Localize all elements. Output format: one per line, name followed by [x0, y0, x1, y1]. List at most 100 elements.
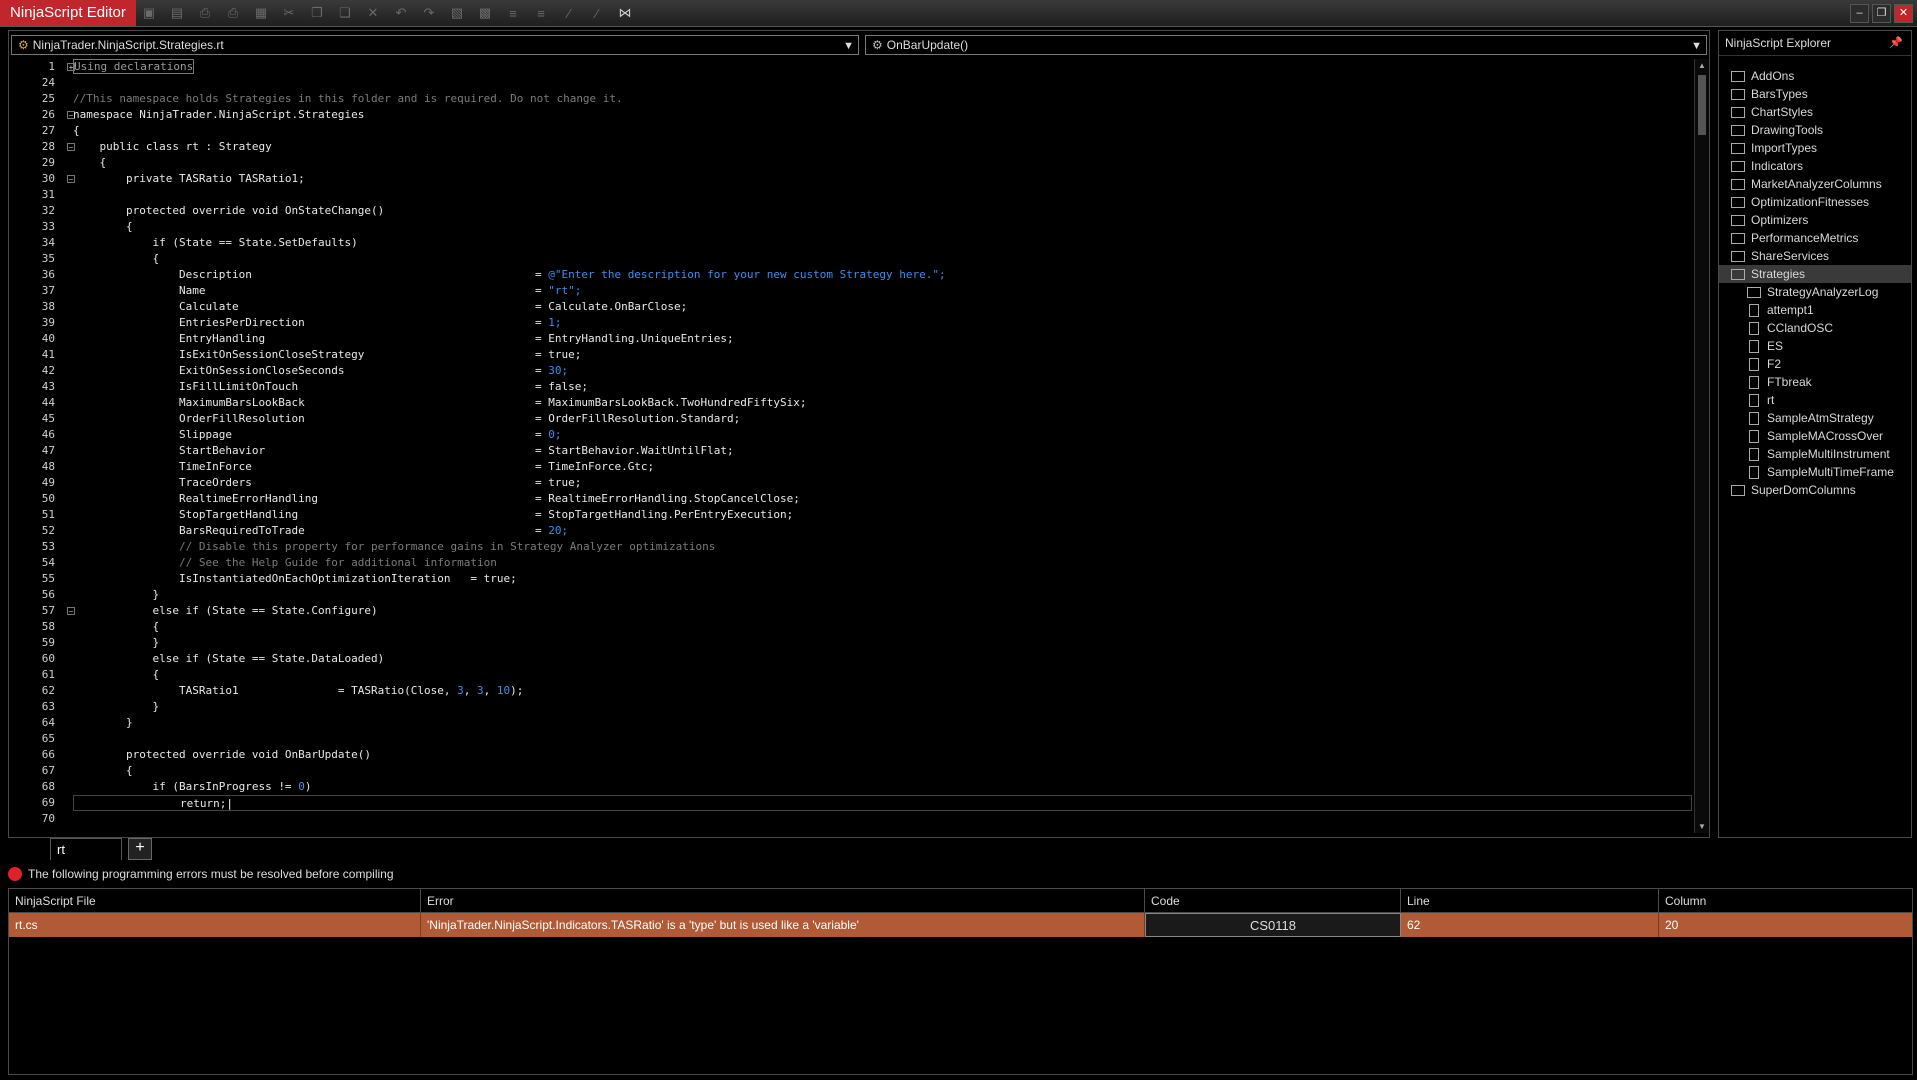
explorer-file-item[interactable]: SampleMACrossOver	[1719, 427, 1911, 445]
explorer-file-item[interactable]: FTbreak	[1719, 373, 1911, 391]
error-column-cell[interactable]: 20	[1659, 913, 1912, 937]
line-number: 36	[41, 268, 55, 281]
explorer-file-item[interactable]: rt	[1719, 391, 1911, 409]
code-line: if (State == State.SetDefaults)	[73, 235, 1692, 251]
editor-vertical-scrollbar[interactable]: ▲ ▼	[1694, 59, 1709, 833]
error-file-cell[interactable]: rt.cs	[9, 913, 421, 937]
code-line: OrderFillResolution = OrderFillResolution…	[178, 412, 741, 425]
line-number: 56	[41, 588, 55, 601]
explorer-folder-item[interactable]: ImportTypes	[1719, 139, 1911, 157]
visual-studio-icon[interactable]: ⋈	[614, 3, 636, 23]
scroll-down-icon[interactable]: ▼	[1695, 822, 1709, 831]
line-number: 57	[41, 604, 55, 617]
explorer-file-item[interactable]: SampleAtmStrategy	[1719, 409, 1911, 427]
method-selector[interactable]: ⚙ OnBarUpdate() ▼	[865, 35, 1707, 55]
pin-icon[interactable]: 📌	[1889, 31, 1903, 55]
line-number: 68	[41, 780, 55, 793]
explorer-folder-item[interactable]: BarsTypes	[1719, 85, 1911, 103]
outdent-icon[interactable]: ≡	[530, 3, 552, 23]
error-row[interactable]: rt.cs 'NinjaTrader.NinjaScript.Indicator…	[9, 913, 1912, 937]
brace: }	[125, 716, 133, 729]
column-header-line[interactable]: Line	[1401, 889, 1659, 913]
column-header-column[interactable]: Column	[1659, 889, 1912, 913]
explorer-folder-item[interactable]: SuperDomColumns	[1719, 481, 1911, 499]
explorer-file-item[interactable]: SampleMultiTimeFrame	[1719, 463, 1911, 481]
explorer-file-item[interactable]: ES	[1719, 337, 1911, 355]
error-text-cell[interactable]: 'NinjaTrader.NinjaScript.Indicators.TASR…	[421, 913, 1145, 937]
save-all-icon[interactable]: ▤	[166, 3, 188, 23]
error-code-cell[interactable]: CS0118	[1145, 913, 1401, 937]
explorer-folder-item[interactable]: ChartStyles	[1719, 103, 1911, 121]
code-text: )	[304, 780, 312, 793]
maximize-button[interactable]: ❐	[1872, 4, 1891, 23]
explorer-folder-item[interactable]: ShareServices	[1719, 247, 1911, 265]
property-assignments: Description = @"Enter the description for…	[73, 267, 1692, 539]
error-icon	[8, 867, 22, 881]
line-number: 67	[41, 764, 55, 777]
text-caret: |	[226, 797, 233, 810]
explorer-file-item[interactable]: attempt1	[1719, 301, 1911, 319]
print-preview-icon[interactable]: ⎙	[222, 3, 244, 23]
strategy-icon: ⚙	[18, 38, 29, 52]
column-header-file[interactable]: NinjaScript File	[9, 889, 421, 913]
minimize-button[interactable]: –	[1850, 4, 1869, 23]
redo-icon[interactable]: ↷	[418, 3, 440, 23]
explorer-folder-item[interactable]: StrategyAnalyzerLog	[1719, 283, 1911, 301]
line-number: 35	[41, 252, 55, 265]
uncomment-icon[interactable]: ∕	[586, 3, 608, 23]
cut-icon[interactable]: ✂	[278, 3, 300, 23]
comment-icon[interactable]: ∕	[558, 3, 580, 23]
explorer-folder-item[interactable]: OptimizationFitnesses	[1719, 193, 1911, 211]
explorer-title: NinjaScript Explorer	[1725, 36, 1832, 50]
chevron-down-icon: ▼	[1691, 40, 1702, 52]
explorer-folder-item[interactable]: AddOns	[1719, 67, 1911, 85]
region-label[interactable]: Using declarations	[73, 59, 195, 74]
explorer-file-item[interactable]: F2	[1719, 355, 1911, 373]
scrollbar-thumb[interactable]	[1698, 75, 1706, 135]
paste-icon[interactable]: ❏	[334, 3, 356, 23]
error-line-cell[interactable]: 62	[1401, 913, 1659, 937]
property-value: 20;	[548, 524, 569, 537]
scroll-up-icon[interactable]: ▲	[1695, 61, 1709, 70]
folder-icon	[1731, 214, 1745, 226]
explorer-folder-item[interactable]: MarketAnalyzerColumns	[1719, 175, 1911, 193]
add-tab-button[interactable]: +	[128, 838, 152, 860]
folder-icon	[1731, 70, 1745, 82]
column-header-code[interactable]: Code	[1145, 889, 1401, 913]
compile-icon[interactable]: ▦	[250, 3, 272, 23]
tab-rt[interactable]: rt	[50, 838, 122, 860]
column-header-error[interactable]: Error	[421, 889, 1145, 913]
comment-text: // See the Help Guide for additional inf…	[178, 556, 497, 569]
explorer-folder-item[interactable]: Indicators	[1719, 157, 1911, 175]
code-line: namespace NinjaTrader.NinjaScript.Strate…	[73, 107, 1692, 123]
line-number: 27	[41, 124, 55, 137]
delete-icon[interactable]: ✕	[362, 3, 384, 23]
folder-icon	[1731, 250, 1745, 262]
code-line: }	[73, 699, 1692, 715]
explorer-file-item[interactable]: SampleMultiInstrument	[1719, 445, 1911, 463]
close-button[interactable]: ✕	[1894, 4, 1913, 23]
property-value: @"Enter the description for your new cus…	[548, 268, 946, 281]
explorer-item-label: MarketAnalyzerColumns	[1751, 177, 1882, 191]
line-number: 37	[41, 284, 55, 297]
insert-code-icon[interactable]: ▩	[474, 3, 496, 23]
save-icon[interactable]: ▣	[138, 3, 160, 23]
code-line: //This namespace holds Strategies in thi…	[73, 91, 1692, 107]
copy-icon[interactable]: ❐	[306, 3, 328, 23]
indent-icon[interactable]: ≡	[502, 3, 524, 23]
print-icon[interactable]: ⎙	[194, 3, 216, 23]
undo-icon[interactable]: ↶	[390, 3, 412, 23]
explorer-folder-item[interactable]: Strategies	[1719, 265, 1911, 283]
folder-icon	[1731, 124, 1745, 136]
code-area[interactable]: 1 24 25 26 27 28 29 30 31 32 33 34 35 36 37 38 39 40 41 42 4…	[9, 59, 1692, 835]
line-number: 32	[41, 204, 55, 217]
current-line[interactable]: return;|	[73, 795, 1692, 811]
explorer-file-item[interactable]: CClandOSC	[1719, 319, 1911, 337]
explorer-folder-item[interactable]: DrawingTools	[1719, 121, 1911, 139]
explorer-folder-item[interactable]: PerformanceMetrics	[1719, 229, 1911, 247]
line-number: 38	[41, 300, 55, 313]
find-icon[interactable]: ▧	[446, 3, 468, 23]
explorer-folder-item[interactable]: Optimizers	[1719, 211, 1911, 229]
file-selector[interactable]: ⚙ NinjaTrader.NinjaScript.Strategies.rt …	[11, 35, 859, 55]
